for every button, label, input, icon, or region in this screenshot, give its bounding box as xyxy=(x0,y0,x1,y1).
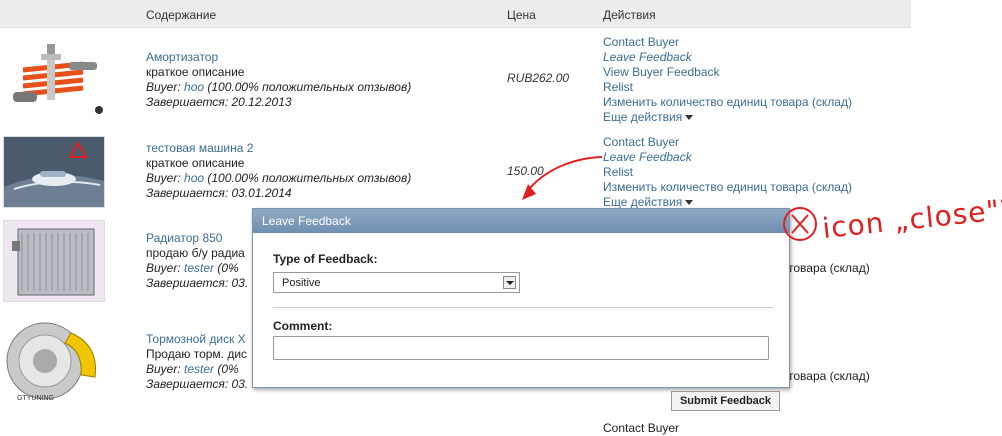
comment-label: Comment: xyxy=(273,319,333,333)
shock-absorber-image[interactable] xyxy=(3,40,103,116)
end-date: Завершается: 03. xyxy=(146,276,249,290)
table-header: Содержание Цена Действия xyxy=(0,0,911,28)
caret-down-icon xyxy=(685,200,694,206)
contact-buyer-link[interactable]: Contact Buyer xyxy=(603,421,679,436)
dialog-title: Leave Feedback xyxy=(253,209,789,233)
contact-buyer-link[interactable]: Contact Buyer xyxy=(603,135,852,150)
buyer-link[interactable]: tester xyxy=(184,261,214,275)
buyer-info: Buyer: hoo (100.00% положительных отзыво… xyxy=(146,80,411,94)
item-price: 150.00 xyxy=(507,164,544,178)
change-quantity-link[interactable]: Изменить количество единиц товара (склад… xyxy=(603,95,852,110)
buyer-prefix: Buyer: xyxy=(146,171,185,185)
buyer-prefix: Buyer: xyxy=(146,80,185,94)
more-actions-label: Еще действия xyxy=(603,195,683,209)
feedback-type-select[interactable]: Positive xyxy=(273,272,520,293)
change-quantity-link[interactable]: товара (склад) xyxy=(788,261,870,276)
radiator-image[interactable] xyxy=(3,220,105,302)
item-description: Продаю торм. дис xyxy=(146,347,248,361)
leave-feedback-link[interactable]: Leave Feedback xyxy=(603,50,852,65)
buyer-link[interactable]: hoo xyxy=(184,80,204,94)
buyer-prefix: Buyer: xyxy=(146,261,185,275)
buyer-prefix: Buyer: xyxy=(146,362,185,376)
change-quantity-link[interactable]: товара (склад) xyxy=(788,369,870,384)
relist-link[interactable]: Relist xyxy=(603,80,852,95)
buyer-info: Buyer: tester (0% xyxy=(146,261,239,275)
more-actions-dropdown[interactable]: Еще действия xyxy=(603,110,852,125)
buyer-feedback: (100.00% положительных отзывов) xyxy=(204,80,412,94)
end-date: Завершается: 03. xyxy=(146,377,249,391)
item-description: краткое описание xyxy=(146,65,245,79)
actions-list: Contact Buyer Leave Feedback Relist Изме… xyxy=(603,135,852,210)
dropdown-arrow-icon[interactable] xyxy=(503,276,516,289)
item-title-link[interactable]: Тормозной диск Х xyxy=(146,332,246,346)
end-date: Завершается: 03.01.2014 xyxy=(146,186,292,200)
buyer-link[interactable]: tester xyxy=(184,362,214,376)
submit-feedback-button[interactable]: Submit Feedback xyxy=(671,391,780,411)
buyer-feedback: (0% xyxy=(214,362,239,376)
item-title-link[interactable]: тестовая машина 2 xyxy=(146,141,253,155)
comment-field[interactable] xyxy=(273,336,769,360)
actions-list: Contact Buyer Leave Feedback View Buyer … xyxy=(603,35,852,125)
column-header-actions: Действия xyxy=(603,8,656,22)
leave-feedback-dialog: Leave Feedback Type of Feedback: Positiv… xyxy=(252,208,790,388)
relist-link[interactable]: Relist xyxy=(603,165,852,180)
item-description: краткое описание xyxy=(146,156,245,170)
column-header-price: Цена xyxy=(507,8,536,22)
caret-down-icon xyxy=(685,115,694,121)
contact-buyer-link[interactable]: Contact Buyer xyxy=(603,35,852,50)
end-date: Завершается: 20.12.2013 xyxy=(146,95,292,109)
buyer-link[interactable]: hoo xyxy=(184,171,204,185)
car-image[interactable] xyxy=(3,136,105,208)
change-quantity-link[interactable]: Изменить количество единиц товара (склад… xyxy=(603,180,852,195)
view-buyer-feedback-link[interactable]: View Buyer Feedback xyxy=(603,65,852,80)
item-description: продаю б/у радиа xyxy=(146,246,245,260)
divider xyxy=(273,307,773,308)
buyer-feedback: (0% xyxy=(214,261,239,275)
brand-logo-text: GTYUNING xyxy=(17,395,54,402)
table-row: тестовая машина 2 краткое описание Buyer… xyxy=(0,128,911,218)
item-title-link[interactable]: Радиатор 850 xyxy=(146,231,222,245)
table-row: Амортизатор краткое описание Buyer: hoo … xyxy=(0,28,911,128)
buyer-info: Buyer: tester (0% xyxy=(146,362,239,376)
leave-feedback-link[interactable]: Leave Feedback xyxy=(603,150,852,165)
column-header-content: Содержание xyxy=(146,8,217,22)
feedback-type-value: Positive xyxy=(282,277,321,289)
buyer-info: Buyer: hoo (100.00% положительных отзыво… xyxy=(146,171,411,185)
item-title-link[interactable]: Амортизатор xyxy=(146,50,218,64)
more-actions-label: Еще действия xyxy=(603,110,683,124)
item-price: RUB262.00 xyxy=(507,71,570,85)
feedback-type-label: Type of Feedback: xyxy=(273,252,378,266)
brake-disc-image[interactable]: GTYUNING xyxy=(3,315,103,410)
buyer-feedback: (100.00% положительных отзывов) xyxy=(204,171,412,185)
